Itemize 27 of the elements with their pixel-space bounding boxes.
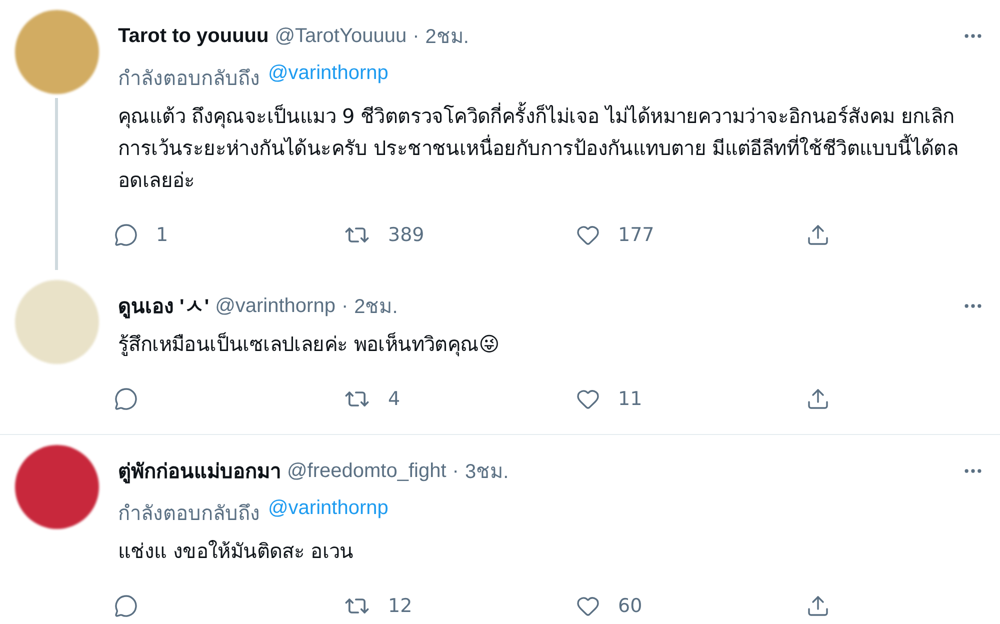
display-name[interactable]: Tarot to youuuu [118, 24, 269, 48]
reply-count: 1 [156, 224, 168, 246]
timestamp[interactable]: 3ชม. [464, 455, 509, 487]
separator-dot: · [452, 460, 459, 482]
avatar-placeholder[interactable] [15, 445, 99, 529]
tweet-text: รู้สึกเหมือนเป็นเซเลปเลยค่ะ พอเห็นทวิตคุณ😜 [118, 331, 500, 358]
replying-to-label: กำลังตอบกลับถึง [118, 67, 260, 92]
separator-dot: · [341, 294, 348, 318]
timestamp[interactable]: 2ชม. [354, 290, 398, 322]
tweet-text: แช่งแ งขอให้มันติดสะ อเวน [118, 538, 354, 565]
display-name[interactable]: ตู่พักก่อนแม่บอกมา [118, 455, 281, 487]
display-name[interactable]: ดูนเอง 'ㅅ' [118, 290, 210, 322]
like-count: 60 [618, 595, 642, 617]
retweet-count: 389 [388, 224, 424, 246]
like-count: 177 [618, 224, 654, 246]
timestamp[interactable]: 2ชม. [425, 20, 469, 52]
mention-link[interactable]: @varinthornp [268, 497, 388, 529]
retweet-count: 12 [388, 595, 412, 617]
user-handle[interactable]: @varinthornp [215, 294, 336, 318]
tweet-text: คุณแต้ว ถึงคุณจะเป็นแมว 9 ชีวิตตรวจโควิดกี่ครั้งก็ไม่เจอ ไม่ได้หมายความว่าจะอิกนอร์สังคม ยกเลิกการเว้นระยะห่างกันได้นะครับ ประชาชนเหนื่อยกับการป้องกันแทบตาย มีแต่อีลีทที่ใช้ชีวิตแบบนี้ได้ตลอดเลยอ่ะ [118, 100, 978, 196]
user-handle[interactable]: @freedomto_fight [287, 460, 446, 482]
mention-link[interactable]: @varinthornp [268, 62, 388, 94]
separator-dot: · [412, 24, 420, 48]
retweet-count: 4 [388, 388, 400, 410]
like-count: 11 [618, 388, 642, 410]
replying-to-label: กำลังตอบกลับถึง [118, 502, 260, 527]
user-handle[interactable]: @TarotYouuuu [274, 24, 407, 48]
